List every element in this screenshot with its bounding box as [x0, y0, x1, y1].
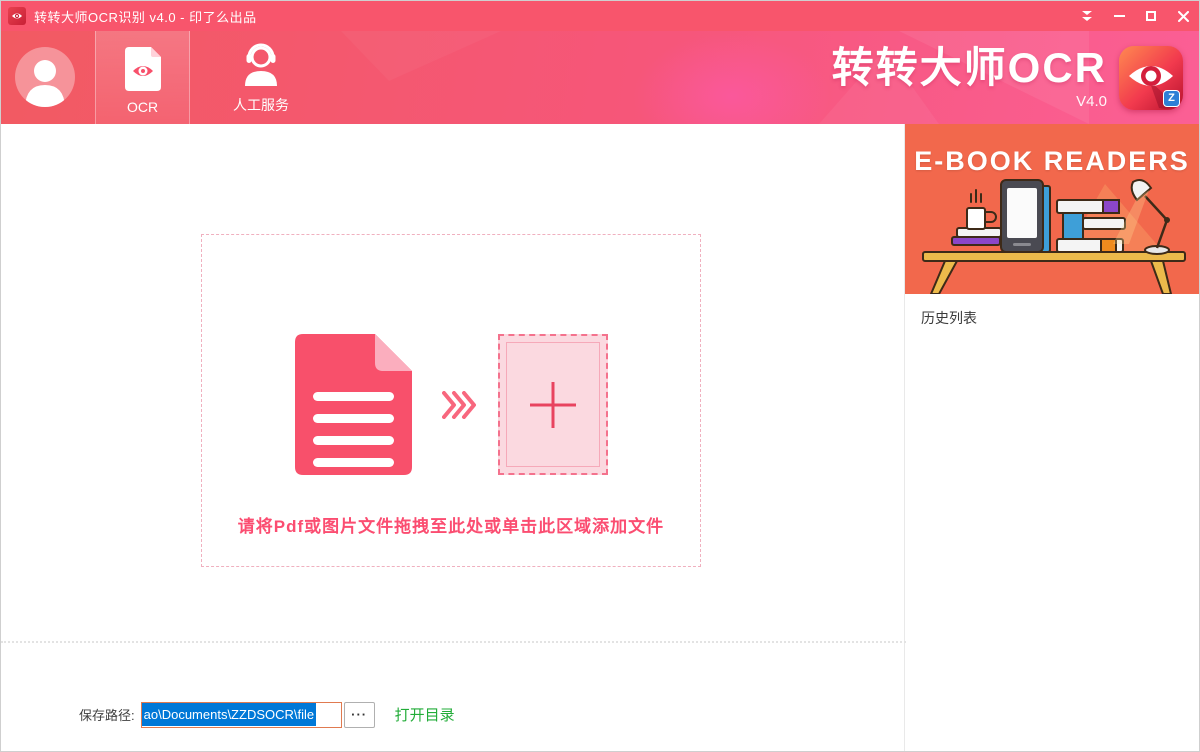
dashed-separator [1, 641, 906, 643]
window-controls [1071, 1, 1199, 31]
minimize-button[interactable] [1103, 1, 1135, 31]
tab-ocr[interactable]: OCR [95, 31, 190, 124]
app-window: 转转大师OCR识别 v4.0 - 印了么出品 OCR 人工服务 转转大师OCR … [0, 0, 1200, 752]
brand-logo: 转转大师OCR V4.0 Z [832, 31, 1183, 124]
dropzone-hint: 请将Pdf或图片文件拖拽至此处或单击此区域添加文件 [237, 517, 665, 536]
eye-icon [12, 13, 22, 19]
header: OCR 人工服务 转转大师OCR V4.0 Z [1, 31, 1199, 124]
close-button[interactable] [1167, 1, 1199, 31]
file-dropzone[interactable]: 请将Pdf或图片文件拖拽至此处或单击此区域添加文件 [201, 234, 701, 567]
ebook-banner[interactable]: E-BOOK READERS [905, 124, 1199, 294]
triple-chevron-right-icon [441, 390, 476, 419]
open-directory-link[interactable]: 打开目录 [395, 704, 455, 725]
save-path-bar: 保存路径: ao\Documents\ZZDSOCR\file ··· 打开目录 [1, 676, 906, 751]
skin-menu-button[interactable] [1071, 1, 1103, 31]
maximize-button[interactable] [1135, 1, 1167, 31]
save-path-input[interactable]: ao\Documents\ZZDSOCR\file [140, 701, 342, 728]
close-icon [1177, 10, 1189, 22]
minimize-icon [1113, 15, 1125, 17]
ocr-document-eye-icon [124, 45, 161, 93]
headset-person-icon [241, 41, 281, 89]
header-decoration [341, 31, 501, 81]
title-bar: 转转大师OCR识别 v4.0 - 印了么出品 [1, 1, 1199, 31]
app-icon [8, 7, 26, 25]
tab-label: 人工服务 [233, 97, 289, 113]
maximize-icon [1146, 11, 1156, 21]
document-icon [294, 334, 412, 475]
z-badge: Z [1163, 89, 1180, 107]
plus-icon [529, 381, 576, 428]
history-list-label: 历史列表 [921, 310, 977, 326]
save-path-label: 保存路径: [79, 708, 135, 723]
browse-button[interactable]: ··· [343, 701, 375, 728]
user-avatar[interactable] [15, 47, 75, 107]
double-chevron-down-icon [1082, 11, 1092, 21]
logo-version: V4.0 [1076, 93, 1107, 110]
banner-title: E-BOOK READERS [914, 146, 1190, 176]
person-silhouette-icon [25, 60, 65, 107]
main-content: 请将Pdf或图片文件拖拽至此处或单击此区域添加文件 保存路径: ao\Docum… [1, 124, 906, 751]
tab-label: OCR [126, 99, 159, 115]
save-path-selected-text: ao\Documents\ZZDSOCR\file [141, 703, 317, 726]
window-title: 转转大师OCR识别 v4.0 - 印了么出品 [34, 9, 257, 25]
logo-title: 转转大师OCR [831, 44, 1107, 91]
tab-customer-service[interactable]: 人工服务 [190, 31, 332, 124]
add-file-box[interactable] [497, 334, 608, 475]
logo-app-icon: Z [1119, 45, 1183, 110]
sidebar: E-BOOK READERS 历史列表 [904, 124, 1199, 751]
